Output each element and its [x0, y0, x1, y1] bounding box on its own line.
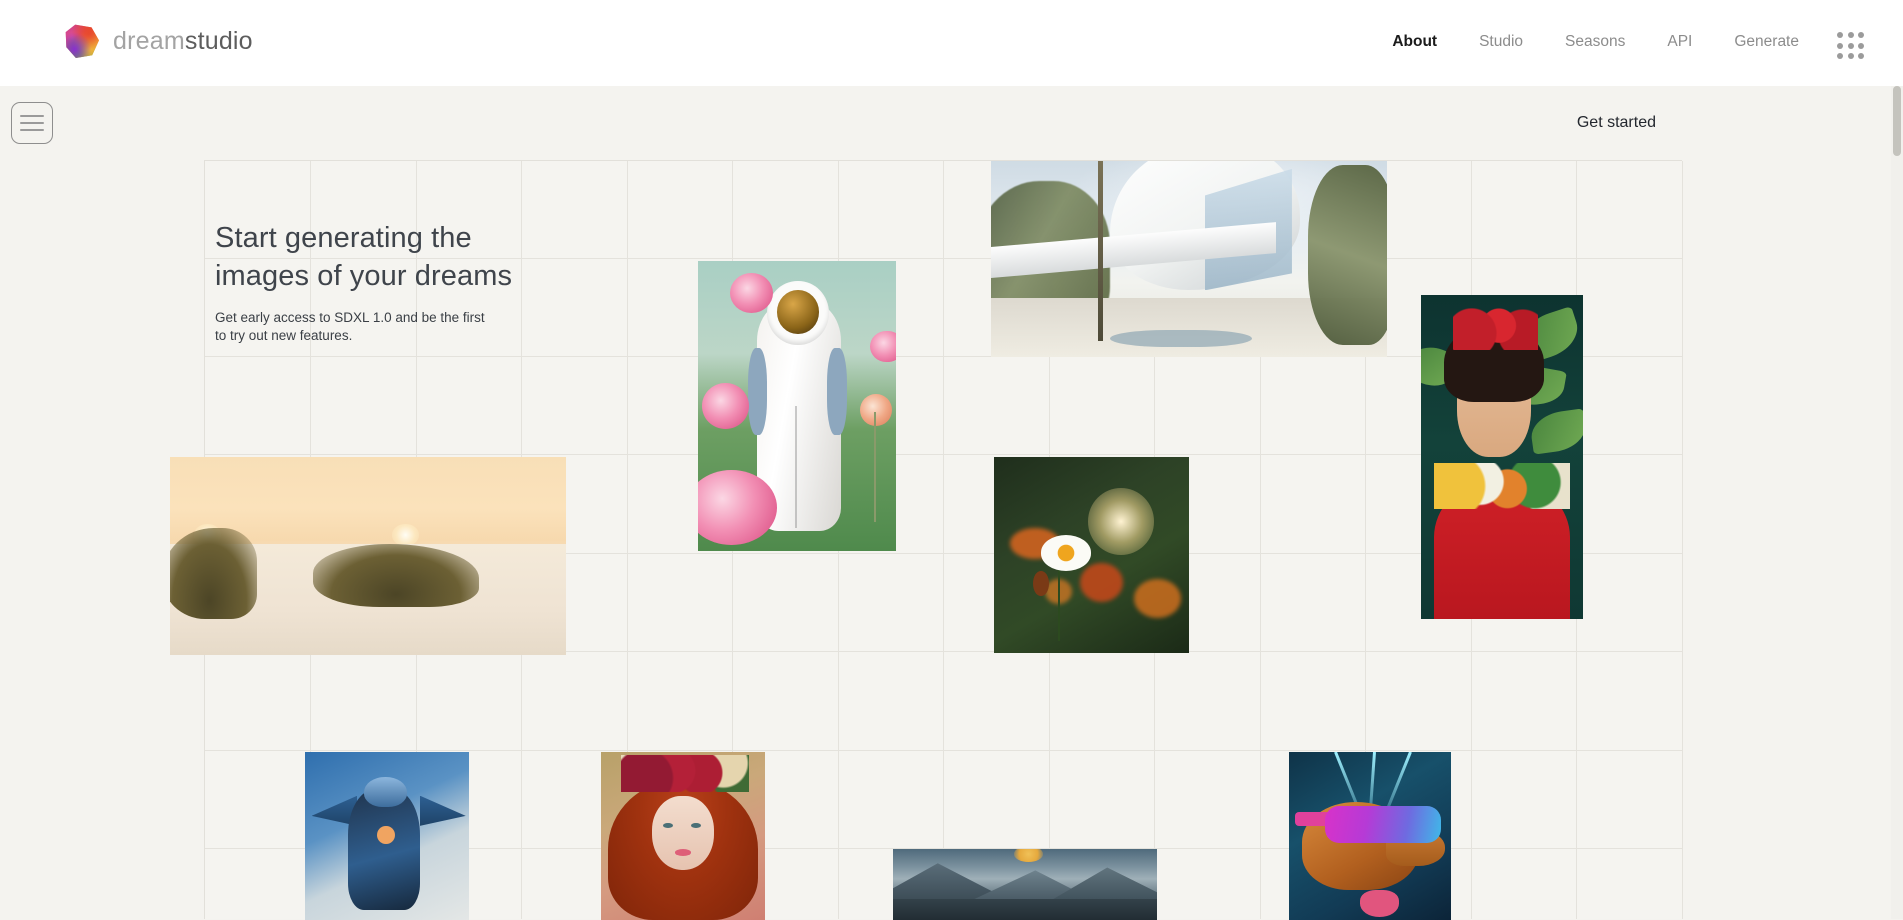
- tile-blue-alien-warrior[interactable]: [305, 752, 469, 920]
- grid-dot: [1858, 32, 1865, 38]
- queen-eye-right: [691, 822, 702, 828]
- hero-heading-line2: images of your dreams: [215, 260, 513, 292]
- brand-wordmark: dreamstudio: [113, 26, 253, 55]
- arch-tree-trunk: [1097, 161, 1104, 342]
- grid-dot: [1847, 42, 1854, 49]
- beach-dune-grass: [170, 528, 258, 620]
- dog-tongue: [1360, 889, 1400, 917]
- brand-name-part2: studio: [184, 26, 253, 55]
- tile-beach-dunes-sunset[interactable]: [170, 457, 566, 655]
- arch-pool: [1109, 329, 1253, 348]
- tile-architecture-render[interactable]: [991, 161, 1387, 357]
- flower-stem: [874, 411, 877, 522]
- hamburger-bar: [20, 122, 44, 124]
- brand-name-part1: dream: [113, 26, 185, 55]
- grid-dot: [1837, 32, 1843, 38]
- hexagon-gradient-icon: [65, 24, 99, 58]
- beach-dune-grass: [312, 544, 479, 608]
- brand-logo[interactable]: dreamstudio: [65, 24, 253, 58]
- rose-flower: [860, 394, 893, 427]
- astronaut-arm-right: [826, 348, 847, 435]
- tile-frida-portrait[interactable]: [1421, 295, 1583, 619]
- astronaut-leg-seam: [795, 406, 798, 528]
- astronaut-visor: [777, 290, 819, 334]
- hamburger-bar: [20, 129, 44, 131]
- tile-astronaut-roses[interactable]: [698, 261, 896, 551]
- tropical-leaf: [1528, 407, 1583, 455]
- get-started-button[interactable]: Get started: [1577, 114, 1656, 132]
- tile-red-haired-queen[interactable]: [601, 752, 765, 920]
- queen-eye-left: [663, 822, 674, 828]
- grid-dot: [1858, 53, 1865, 60]
- main-navigation: About Studio Seasons API Generate: [1392, 22, 1799, 62]
- grid-dot: [1837, 53, 1843, 60]
- vr-goggles: [1324, 805, 1442, 843]
- bokeh-light: [1134, 578, 1182, 618]
- alien-head: [364, 777, 407, 808]
- hamburger-menu-icon[interactable]: [11, 102, 53, 144]
- grid-dot: [1837, 42, 1843, 49]
- mountain-forest: [893, 898, 1157, 920]
- grid-dot: [1858, 42, 1865, 49]
- mountain-sun: [1014, 849, 1044, 862]
- rose-flower: [701, 382, 750, 430]
- beach-sun-glow: [391, 524, 420, 547]
- portrait-floral-collar: [1433, 463, 1571, 509]
- queen-face: [651, 795, 715, 870]
- page-scrollbar[interactable]: [1891, 86, 1903, 919]
- grid-dot: [1847, 32, 1854, 38]
- tile-mountain-landscape[interactable]: [893, 849, 1157, 920]
- portrait-flower-crown: [1453, 307, 1538, 351]
- daisy-bud: [1033, 570, 1049, 597]
- gallery-grid: Start generating the images of your drea…: [170, 160, 1683, 920]
- queen-flower-crown: [620, 755, 749, 793]
- scrollbar-thumb[interactable]: [1893, 86, 1901, 156]
- daisy-stalk: [1058, 566, 1061, 642]
- nav-item-about[interactable]: About: [1392, 22, 1437, 62]
- hero-subtext: Get early access to SDXL 1.0 and be the …: [215, 310, 485, 343]
- rose-flower: [870, 330, 896, 363]
- nav-item-api[interactable]: API: [1667, 22, 1692, 62]
- arch-ground: [991, 298, 1387, 357]
- hero-heading-line1: Start generating the: [215, 222, 472, 254]
- nav-item-generate[interactable]: Generate: [1734, 22, 1799, 62]
- mountain-peak: [1051, 867, 1157, 901]
- grid-dots-icon[interactable]: [1837, 32, 1865, 60]
- page-title: Start generating the images of your drea…: [215, 219, 635, 295]
- alien-body: [347, 788, 420, 910]
- hero-copy: Start generating the images of your drea…: [215, 219, 635, 345]
- bokeh-light: [1079, 562, 1123, 603]
- nav-item-seasons[interactable]: Seasons: [1565, 22, 1625, 62]
- tile-daisy-sunset-field[interactable]: [994, 457, 1189, 653]
- daisy-flower: [1040, 535, 1092, 571]
- hamburger-bar: [20, 115, 44, 117]
- rose-flower: [729, 272, 774, 314]
- daisy-sun-glow: [1087, 488, 1154, 555]
- top-header: dreamstudio About Studio Seasons API Gen…: [0, 0, 1903, 86]
- nav-item-studio[interactable]: Studio: [1479, 22, 1523, 62]
- astronaut-arm-left: [747, 348, 768, 435]
- alien-wing-right: [419, 795, 466, 826]
- tile-vr-dog[interactable]: [1289, 752, 1451, 920]
- grid-dot: [1847, 53, 1854, 60]
